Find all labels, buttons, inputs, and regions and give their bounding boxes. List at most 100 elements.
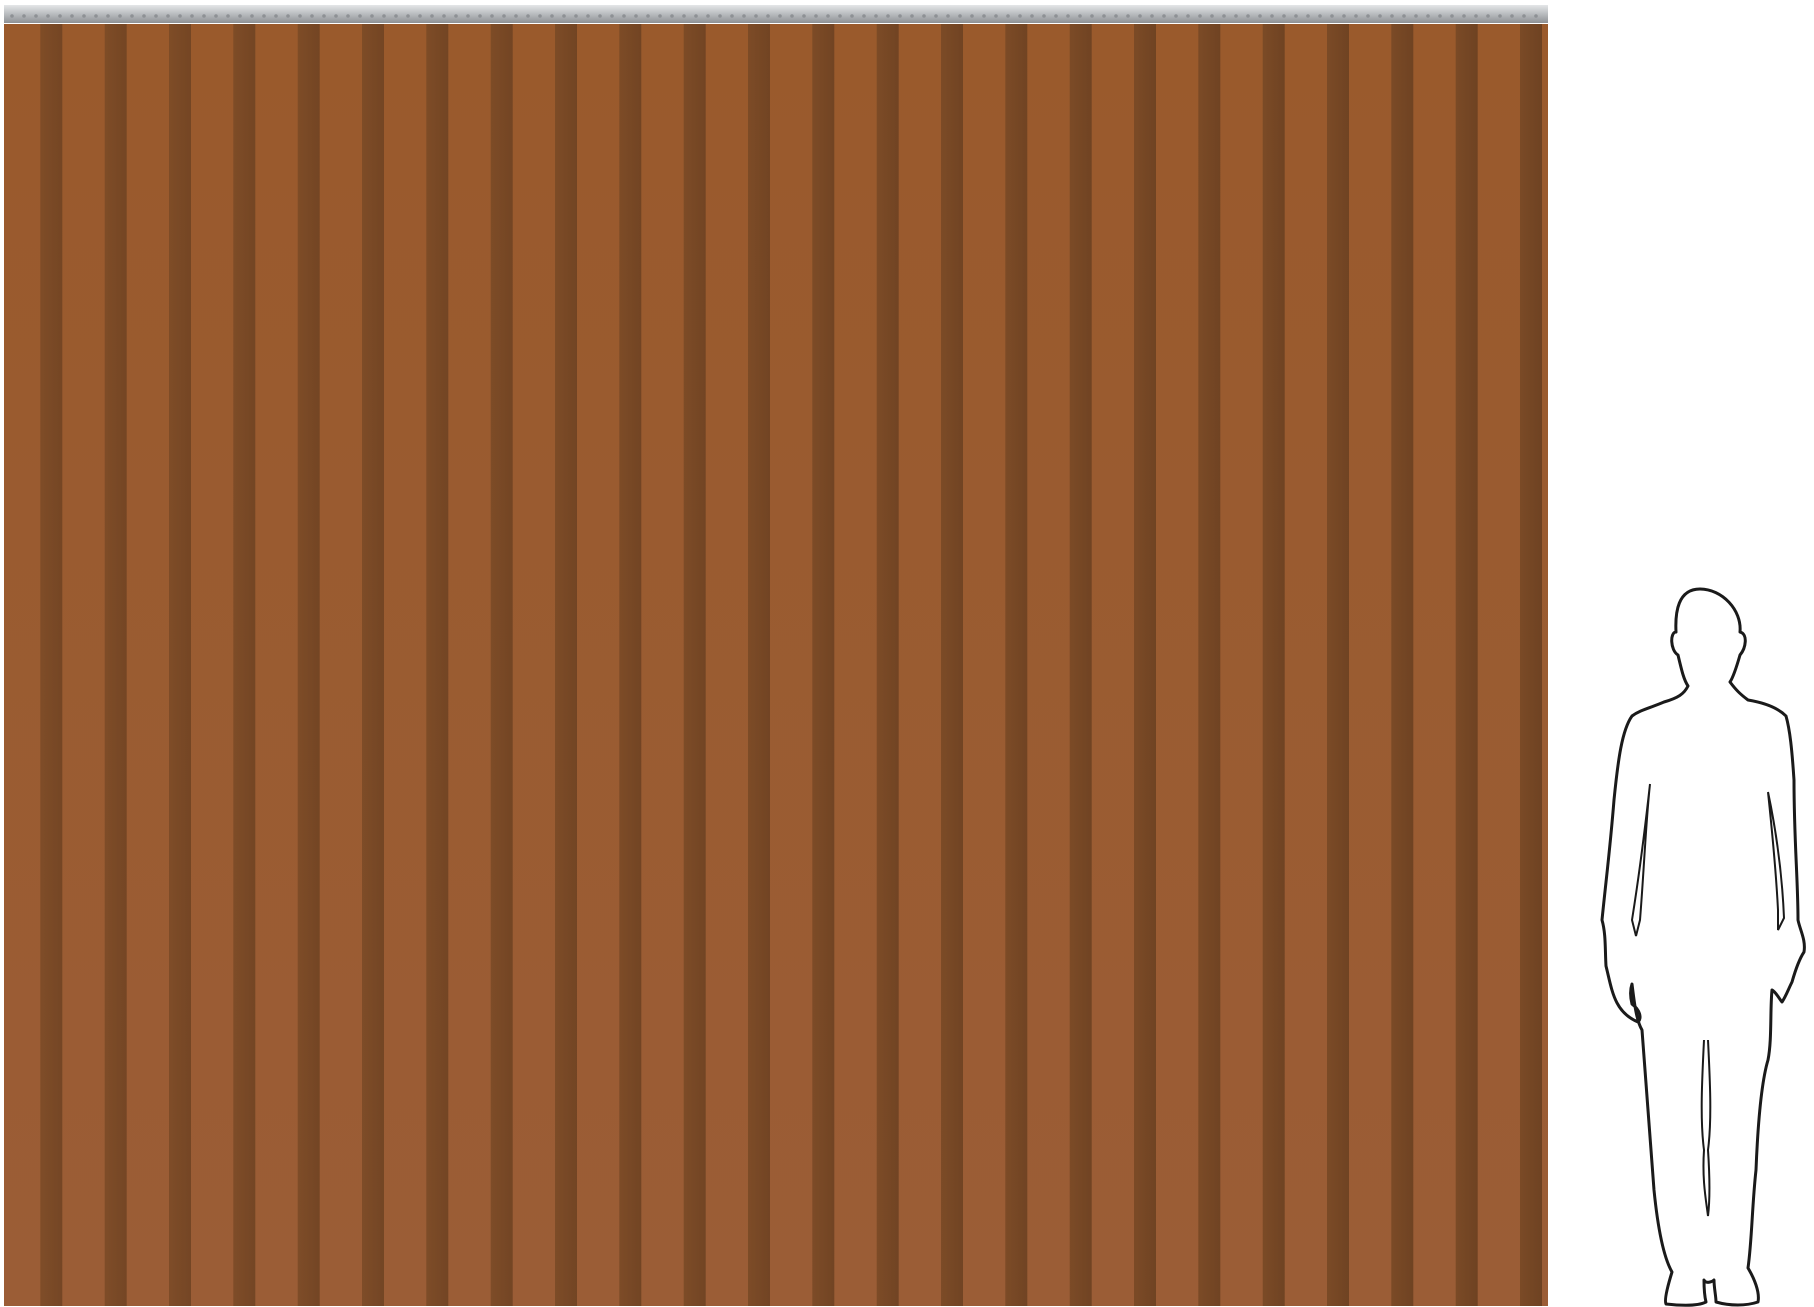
rail-rivet: [154, 14, 158, 18]
rail-rivet: [466, 14, 470, 18]
rail-rivet: [694, 14, 698, 18]
rail-rivet: [442, 14, 446, 18]
strip-overlap-band: [1198, 24, 1221, 1306]
rail-rivet: [1030, 14, 1034, 18]
rail-rivet: [982, 14, 986, 18]
rail-rivet: [1318, 14, 1322, 18]
rail-rivet: [1462, 14, 1466, 18]
rail-rivet: [1078, 14, 1082, 18]
rail-rivet: [910, 14, 914, 18]
strip-overlap-band: [941, 24, 963, 1306]
strip-overlap-band: [1005, 24, 1028, 1306]
rail-rivet: [262, 14, 266, 18]
rail-rivet: [418, 14, 422, 18]
rail-rivet: [250, 14, 254, 18]
rail-rivet: [118, 14, 122, 18]
rail-rivet: [202, 14, 206, 18]
mounting-rail: [4, 5, 1548, 23]
rail-rivet: [298, 14, 302, 18]
strip-overlap-band: [876, 24, 899, 1306]
rail-rivet: [682, 14, 686, 18]
rail-rivet: [478, 14, 482, 18]
rail-rivet: [1330, 14, 1334, 18]
rail-rivet: [1066, 14, 1070, 18]
rail-rivet: [1366, 14, 1370, 18]
strip-overlap-band: [1391, 24, 1414, 1306]
rail-rivet: [22, 14, 26, 18]
rail-rivet: [1006, 14, 1010, 18]
rail-rivet: [322, 14, 326, 18]
rail-rivet: [814, 14, 818, 18]
rail-rivet: [778, 14, 782, 18]
rail-rivet: [754, 14, 758, 18]
rail-rivet: [1450, 14, 1454, 18]
rail-rivet: [1162, 14, 1166, 18]
rail-rivet: [1438, 14, 1442, 18]
rail-rivet: [1474, 14, 1478, 18]
rail-rivet: [658, 14, 662, 18]
rail-rivet: [214, 14, 218, 18]
rail-rivet: [994, 14, 998, 18]
rail-rivet: [922, 14, 926, 18]
rail-rivet: [790, 14, 794, 18]
rail-rivet: [10, 14, 14, 18]
rail-rivet: [850, 14, 854, 18]
strip-overlap-band: [555, 24, 577, 1306]
rail-rivet: [1150, 14, 1154, 18]
rail-rivet: [1390, 14, 1394, 18]
rail-rivet: [574, 14, 578, 18]
rail-rivet: [346, 14, 350, 18]
rail-rivet: [334, 14, 338, 18]
rail-rivet: [286, 14, 290, 18]
rail-rivet: [1186, 14, 1190, 18]
rail-rivet: [610, 14, 614, 18]
rail-rivet: [1234, 14, 1238, 18]
rail-rivet: [1018, 14, 1022, 18]
rail-rivet: [70, 14, 74, 18]
rail-rivet: [226, 14, 230, 18]
strip-overlap-band: [1327, 24, 1349, 1306]
rail-rivet: [1042, 14, 1046, 18]
rail-rivet: [1402, 14, 1406, 18]
rail-rivet: [58, 14, 62, 18]
rail-rivet: [130, 14, 134, 18]
rail-rivet: [1426, 14, 1430, 18]
rail-rivet: [454, 14, 458, 18]
rail-rivet: [586, 14, 590, 18]
rail-rivet: [1174, 14, 1178, 18]
strip-overlap-band: [1520, 24, 1542, 1306]
rail-rivet: [178, 14, 182, 18]
strip-curtain: [4, 5, 1548, 1306]
rail-rivet: [826, 14, 830, 18]
rail-rivet: [238, 14, 242, 18]
rail-rivet: [46, 14, 50, 18]
rail-rivet: [514, 14, 518, 18]
rail-rivet: [1210, 14, 1214, 18]
rail-rivet: [1486, 14, 1490, 18]
strip-overlap-band: [1455, 24, 1478, 1306]
rail-rivet: [622, 14, 626, 18]
strip-overlap-band: [812, 24, 835, 1306]
strip-overlap-band: [490, 24, 513, 1306]
rail-rivet: [742, 14, 746, 18]
strip-overlap-band: [1069, 24, 1092, 1306]
rail-rivet: [1258, 14, 1262, 18]
rail-rivet: [1090, 14, 1094, 18]
rail-rivet: [106, 14, 110, 18]
rail-rivet: [430, 14, 434, 18]
rail-rivet: [898, 14, 902, 18]
strip-overlap-band: [1134, 24, 1156, 1306]
rail-rivet: [274, 14, 278, 18]
rail-rivet: [958, 14, 962, 18]
rail-rivet: [1198, 14, 1202, 18]
rail-rivet: [490, 14, 494, 18]
rail-rivet: [190, 14, 194, 18]
rail-rivet: [934, 14, 938, 18]
rail-rivet: [946, 14, 950, 18]
rail-rivet: [1270, 14, 1274, 18]
rail-rivet: [406, 14, 410, 18]
rail-rivet: [838, 14, 842, 18]
rail-rivet: [94, 14, 98, 18]
strip-overlap-band: [683, 24, 706, 1306]
rail-rivet: [1414, 14, 1418, 18]
